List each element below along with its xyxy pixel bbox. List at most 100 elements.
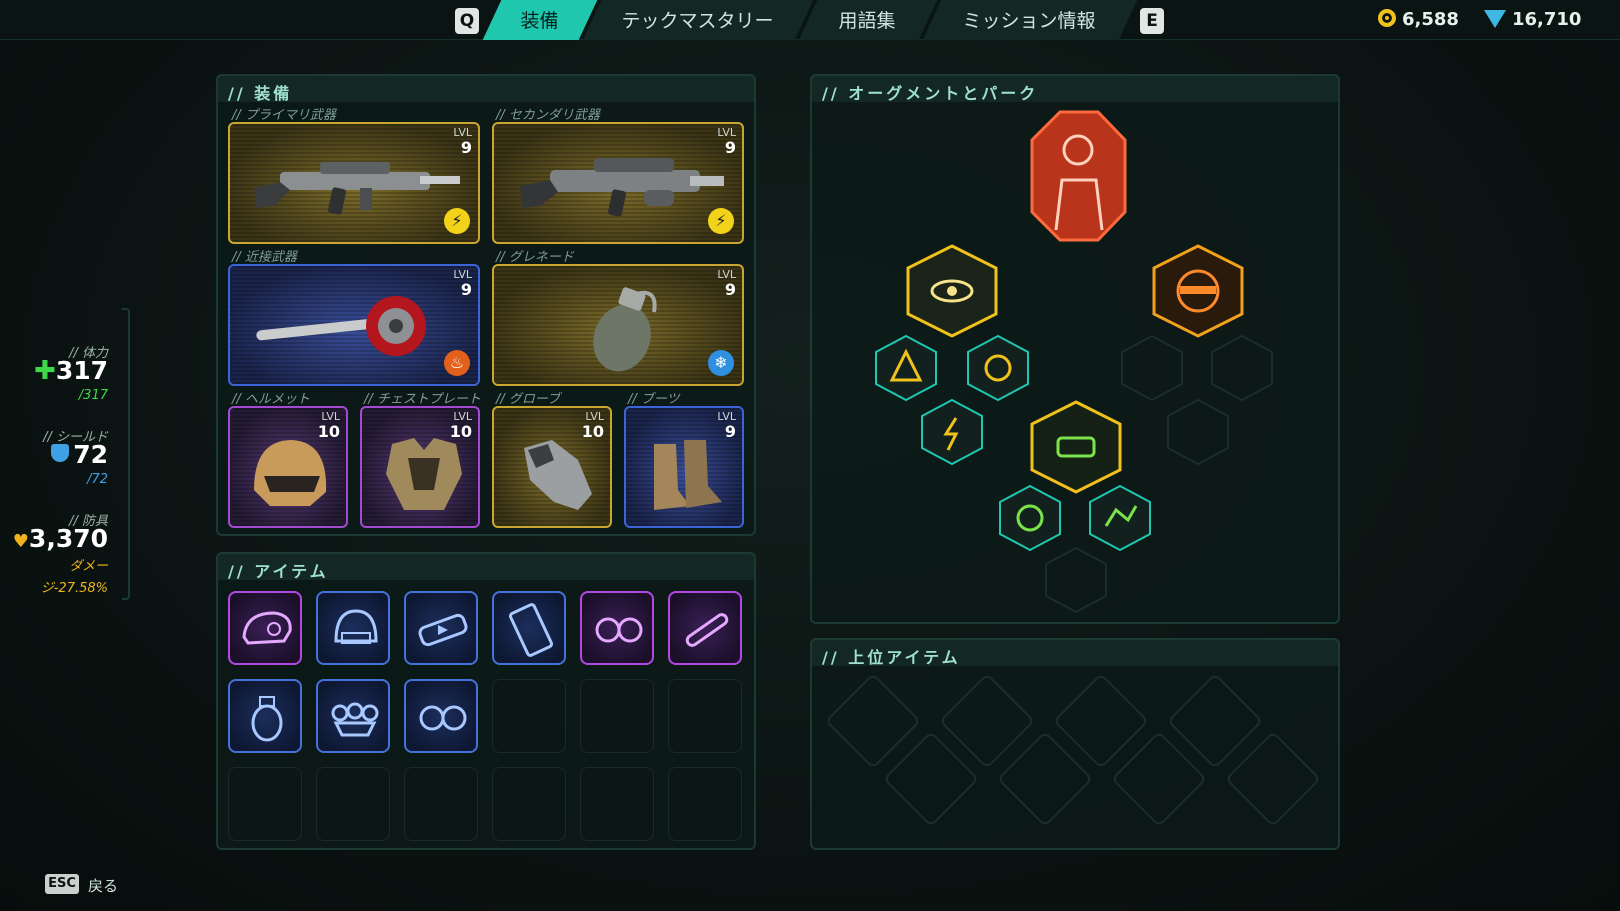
item-slot-empty[interactable] <box>228 767 302 841</box>
coin-icon <box>1378 9 1396 27</box>
empty-perk-slot[interactable] <box>1167 398 1229 466</box>
chestplate-icon <box>386 438 462 510</box>
class-augment-octagon[interactable] <box>1030 110 1127 242</box>
launcher-rifle-icon <box>520 158 724 217</box>
boots-slot[interactable]: LVL 9 <box>624 406 744 528</box>
item-slot-empty[interactable] <box>668 679 742 753</box>
top-item-slot[interactable] <box>826 674 919 767</box>
item-scope[interactable] <box>668 591 742 665</box>
top-item-slot[interactable] <box>998 732 1091 825</box>
item-helmet-mod[interactable] <box>316 591 390 665</box>
item-beret[interactable] <box>228 591 302 665</box>
goggles-icon <box>419 705 467 731</box>
top-item-slot[interactable] <box>1226 732 1319 825</box>
chestplate-label: // チェストプレート <box>364 392 481 407</box>
top-item-slot[interactable] <box>1112 732 1205 825</box>
item-slot-empty[interactable] <box>492 767 566 841</box>
armor-value: ♥3,370 <box>12 524 108 553</box>
scope-icon <box>685 613 729 647</box>
helmet-slot[interactable]: LVL 10 <box>228 406 348 528</box>
goggles-icon <box>595 617 643 643</box>
gloves-slot[interactable]: LVL 10 <box>492 406 612 528</box>
recycle-perk-icon[interactable] <box>999 484 1061 552</box>
hazard-perk-icon[interactable] <box>875 334 937 402</box>
glove-icon <box>524 440 592 510</box>
item-brass-knuckles[interactable] <box>316 679 390 753</box>
back-label[interactable]: 戻る <box>88 875 118 896</box>
coin-currency: 6,588 <box>1378 9 1459 30</box>
item-slot-empty[interactable] <box>668 767 742 841</box>
grenade-icon <box>251 696 283 742</box>
item-battery[interactable] <box>404 591 478 665</box>
chainsaw-axe-icon <box>256 296 426 356</box>
armor-damage-reduction-1: ダメー <box>69 559 108 574</box>
shock-perk-icon[interactable] <box>921 398 983 466</box>
esc-key[interactable]: ESC <box>45 874 79 894</box>
swarm-perk-icon[interactable] <box>1089 484 1151 552</box>
health-max: /317 <box>78 388 108 403</box>
item-slot-empty[interactable] <box>580 679 654 753</box>
helmet-level: LVL 10 <box>317 410 340 441</box>
item-grenade[interactable] <box>228 679 302 753</box>
health-plus-icon: ✚ <box>34 356 56 386</box>
secondary-weapon-label: // セカンダリ武器 <box>496 108 600 123</box>
secondary-weapon-level: LVL 9 <box>717 126 736 157</box>
frost-icon: ❄ <box>708 350 734 376</box>
next-tab-key[interactable]: E <box>1140 8 1164 34</box>
primary-weapon-slot[interactable]: LVL 9 ⚡ <box>228 122 480 244</box>
primary-weapon-level: LVL 9 <box>453 126 472 157</box>
melee-weapon-slot[interactable]: LVL 9 ♨ <box>228 264 480 386</box>
shield-icon <box>51 444 70 462</box>
prev-tab-key[interactable]: Q <box>455 8 479 34</box>
rifle-icon <box>254 162 460 215</box>
top-item-slot[interactable] <box>1168 674 1261 767</box>
weapon-swap-perk-icon[interactable] <box>1152 244 1244 338</box>
tab-mission-info[interactable]: ミッション情報 <box>922 0 1138 40</box>
shield-value: 72 <box>51 440 108 469</box>
melee-weapon-label: // 近接武器 <box>232 250 297 265</box>
item-goggles[interactable] <box>580 591 654 665</box>
item-slot-empty[interactable] <box>316 767 390 841</box>
beret-icon <box>242 611 292 645</box>
eye-perk-icon[interactable] <box>906 244 998 338</box>
item-slot-empty[interactable] <box>404 767 478 841</box>
top-item-slot[interactable] <box>1054 674 1147 767</box>
empty-perk-slot[interactable] <box>1211 334 1273 402</box>
empty-perk-slot[interactable] <box>1121 334 1183 402</box>
energy-swirl-perk-icon[interactable] <box>967 334 1029 402</box>
augment-tree <box>875 110 1273 614</box>
item-circuit-card[interactable] <box>492 591 566 665</box>
chestplate-slot[interactable]: LVL 10 <box>360 406 480 528</box>
equipment-panel-header <box>218 76 754 102</box>
tab-tech-mastery[interactable]: テックマスタリー <box>582 0 814 40</box>
tab-glossary[interactable]: 用語集 <box>798 0 938 40</box>
helmet-label: // ヘルメット <box>232 392 310 407</box>
helmet-icon <box>254 440 327 506</box>
gem-icon <box>1484 10 1506 28</box>
shield-max: /72 <box>87 472 108 487</box>
top-nav-bar: Q 装備 テックマスタリー 用語集 ミッション情報 E 6,588 16,710 <box>0 0 1620 40</box>
item-slot-empty[interactable] <box>580 767 654 841</box>
top-item-slot[interactable] <box>940 674 1033 767</box>
battery-icon <box>418 613 468 647</box>
primary-weapon-label: // プライマリ武器 <box>232 108 336 123</box>
boots-icon <box>654 440 722 510</box>
top-items-grid <box>826 674 1319 825</box>
armor-icon: ♥ <box>12 531 29 552</box>
grenade-icon <box>593 287 657 372</box>
grenade-slot[interactable]: LVL 9 ❄ <box>492 264 744 386</box>
chestplate-level: LVL 10 <box>449 410 472 441</box>
equipment-title: // 装備 <box>228 84 293 103</box>
helmet-mod-icon <box>334 609 378 644</box>
circuit-card-icon <box>508 603 554 657</box>
fire-icon: ♨ <box>444 350 470 376</box>
item-goggles-2[interactable] <box>404 679 478 753</box>
secondary-weapon-slot[interactable]: LVL 9 ⚡ <box>492 122 744 244</box>
empty-perk-slot[interactable] <box>1045 546 1107 614</box>
lightning-icon: ⚡ <box>708 208 734 234</box>
drone-perk-icon[interactable] <box>1030 400 1122 494</box>
top-item-slot[interactable] <box>884 732 977 825</box>
brass-knuckles-icon <box>331 702 379 737</box>
item-slot-empty[interactable] <box>492 679 566 753</box>
tab-equipment[interactable]: 装備 <box>482 0 598 40</box>
